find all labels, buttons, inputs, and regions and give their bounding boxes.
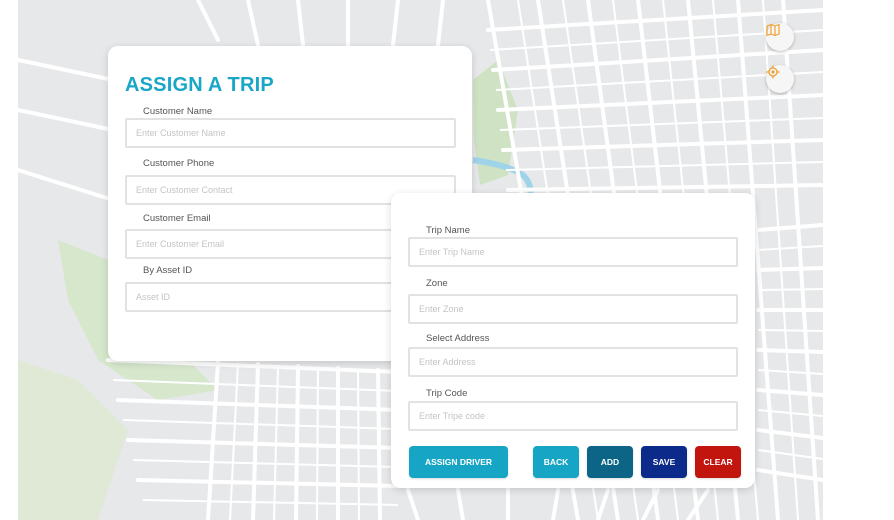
assign-driver-button[interactable]: ASSIGN DRIVER [409, 446, 508, 478]
asset-id-label: By Asset ID [143, 265, 193, 276]
back-button[interactable]: BACK [533, 446, 579, 478]
customer-email-label: Customer Email [143, 213, 211, 224]
trip-code-input[interactable] [408, 401, 738, 431]
save-button[interactable]: SAVE [641, 446, 687, 478]
customer-name-input[interactable] [125, 118, 456, 148]
address-input[interactable] [408, 347, 738, 377]
trip-details-card: Trip Name Zone Select Address Trip Code … [391, 193, 755, 488]
clear-button[interactable]: CLEAR [695, 446, 741, 478]
trip-name-input[interactable] [408, 237, 738, 267]
zone-input[interactable] [408, 294, 738, 324]
select-address-label: Select Address [426, 333, 490, 344]
customer-name-label: Customer Name [143, 106, 213, 117]
customer-phone-label: Customer Phone [143, 158, 215, 169]
page-title: ASSIGN A TRIP [125, 74, 274, 96]
trip-name-label: Trip Name [426, 225, 470, 236]
locate-button[interactable] [766, 65, 794, 93]
add-button[interactable]: ADD [587, 446, 633, 478]
map-layers-button[interactable] [766, 23, 794, 51]
trip-code-label: Trip Code [426, 388, 468, 399]
zone-label: Zone [426, 278, 448, 289]
